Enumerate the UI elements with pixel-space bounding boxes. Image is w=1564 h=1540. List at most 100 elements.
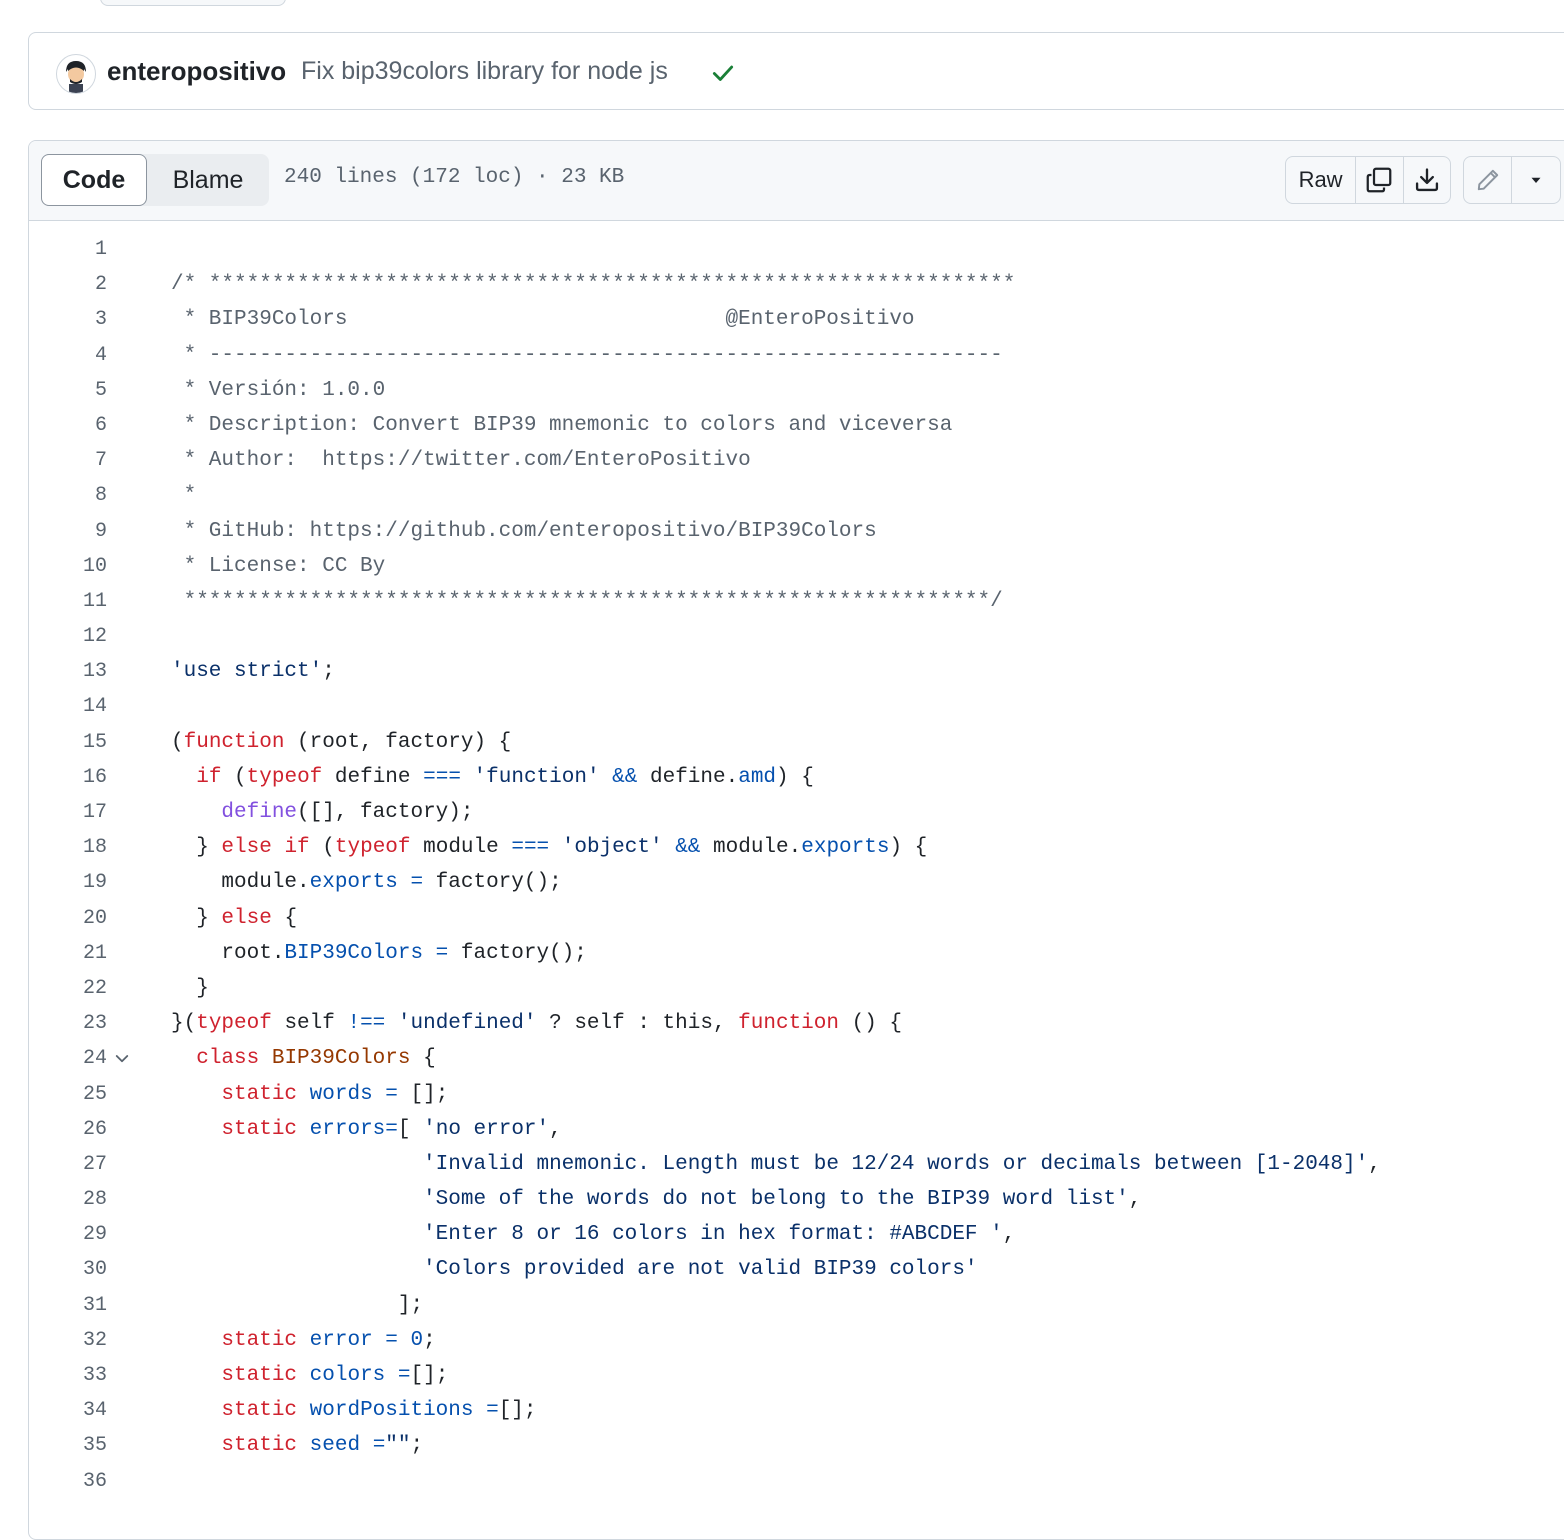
code-token: ( bbox=[171, 730, 184, 754]
line-code: ****************************************… bbox=[171, 584, 1003, 619]
line-number[interactable]: 26 bbox=[29, 1112, 107, 1147]
raw-button[interactable]: Raw bbox=[1286, 157, 1357, 203]
line-number[interactable]: 8 bbox=[29, 478, 107, 513]
avatar[interactable] bbox=[56, 54, 96, 94]
commit-author[interactable]: enteropositivo bbox=[107, 54, 286, 88]
line-number[interactable]: 19 bbox=[29, 865, 107, 900]
code-line: 30 'Colors provided are not valid BIP39 … bbox=[29, 1252, 1564, 1287]
commit-message[interactable]: Fix bip39colors library for node js bbox=[301, 54, 668, 88]
code-token: * bbox=[171, 484, 197, 508]
code-line: 12 bbox=[29, 619, 1564, 654]
line-number[interactable]: 27 bbox=[29, 1147, 107, 1182]
line-number[interactable]: 23 bbox=[29, 1006, 107, 1041]
line-number[interactable]: 21 bbox=[29, 936, 107, 971]
line-number[interactable]: 7 bbox=[29, 443, 107, 478]
line-code: root.BIP39Colors = factory(); bbox=[171, 936, 587, 971]
edit-file-button[interactable] bbox=[1464, 157, 1511, 203]
code-line: 18 } else if (typeof module === 'object'… bbox=[29, 830, 1564, 865]
line-number[interactable]: 36 bbox=[29, 1464, 107, 1499]
line-number[interactable]: 2 bbox=[29, 267, 107, 302]
code-token: , bbox=[549, 1117, 562, 1141]
line-number[interactable]: 6 bbox=[29, 408, 107, 443]
code-token: module. bbox=[171, 871, 310, 895]
line-number[interactable]: 24 bbox=[29, 1041, 107, 1076]
download-raw-button[interactable] bbox=[1402, 157, 1450, 203]
code-token: 'no error' bbox=[423, 1117, 550, 1141]
tab-code[interactable]: Code bbox=[41, 154, 147, 206]
line-number[interactable]: 14 bbox=[29, 689, 107, 724]
code-line: 16 if (typeof define === 'function' && d… bbox=[29, 760, 1564, 795]
code-token: ****************************************… bbox=[171, 589, 1003, 613]
code-token: factory(); bbox=[448, 941, 587, 965]
file-header: Code Blame 240 lines (172 loc) · 23 KB R… bbox=[29, 141, 1564, 221]
line-number[interactable]: 34 bbox=[29, 1393, 107, 1428]
code-token: module. bbox=[700, 836, 802, 860]
code-token: typeof bbox=[196, 1012, 272, 1036]
code-token: function bbox=[738, 1012, 839, 1036]
code-token: words bbox=[309, 1082, 373, 1106]
code-token: = bbox=[385, 1117, 398, 1141]
code-token: = bbox=[486, 1399, 499, 1423]
code-token: = bbox=[385, 1082, 398, 1106]
copy-raw-button[interactable] bbox=[1356, 157, 1402, 203]
code-token: && bbox=[612, 765, 638, 789]
line-number[interactable]: 33 bbox=[29, 1358, 107, 1393]
line-number[interactable]: 28 bbox=[29, 1182, 107, 1217]
line-number[interactable]: 12 bbox=[29, 619, 107, 654]
line-code: * --------------------------------------… bbox=[171, 338, 1003, 373]
code-token: () { bbox=[838, 1012, 902, 1036]
code-line: 8 * bbox=[29, 478, 1564, 513]
code-line: 26 static errors=[ 'no error', bbox=[29, 1112, 1564, 1147]
code-token: === bbox=[423, 765, 461, 789]
chevron-down-icon[interactable] bbox=[113, 1050, 131, 1068]
line-number[interactable]: 11 bbox=[29, 584, 107, 619]
more-edit-options-button[interactable] bbox=[1511, 157, 1559, 203]
code-viewer[interactable]: 1 2 /* ***********************************… bbox=[29, 221, 1564, 1499]
line-number[interactable]: 15 bbox=[29, 725, 107, 760]
code-line: 7 * Author: https://twitter.com/EnteroPo… bbox=[29, 443, 1564, 478]
line-number[interactable]: 20 bbox=[29, 901, 107, 936]
code-line: 11 *************************************… bbox=[29, 584, 1564, 619]
line-number[interactable]: 3 bbox=[29, 302, 107, 337]
code-token: static bbox=[221, 1082, 298, 1106]
line-code: * Description: Convert BIP39 mnemonic to… bbox=[171, 408, 953, 443]
code-token: /* *************************************… bbox=[171, 273, 1016, 297]
line-number[interactable]: 13 bbox=[29, 654, 107, 689]
line-code: 'Enter 8 or 16 colors in hex format: #AB… bbox=[171, 1217, 1015, 1252]
code-token: class bbox=[196, 1047, 260, 1071]
code-token: === bbox=[511, 836, 550, 860]
code-line: 17 define([], factory); bbox=[29, 795, 1564, 830]
line-number[interactable]: 30 bbox=[29, 1252, 107, 1287]
code-token: static bbox=[221, 1434, 298, 1458]
code-line: 1 bbox=[29, 232, 1564, 267]
line-number[interactable]: 25 bbox=[29, 1077, 107, 1112]
line-number[interactable]: 10 bbox=[29, 549, 107, 584]
line-number[interactable]: 5 bbox=[29, 373, 107, 408]
line-number[interactable]: 31 bbox=[29, 1288, 107, 1323]
code-token: }( bbox=[171, 1012, 197, 1036]
code-token: error bbox=[309, 1328, 373, 1352]
code-token: BIP39Colors bbox=[271, 1047, 411, 1071]
check-icon[interactable] bbox=[710, 60, 736, 86]
line-number[interactable]: 29 bbox=[29, 1217, 107, 1252]
line-number[interactable]: 1 bbox=[29, 232, 107, 267]
tab-blame[interactable]: Blame bbox=[147, 154, 269, 206]
line-number[interactable]: 32 bbox=[29, 1323, 107, 1358]
line-number[interactable]: 18 bbox=[29, 830, 107, 865]
line-number[interactable]: 22 bbox=[29, 971, 107, 1006]
pencil-icon bbox=[1477, 169, 1498, 191]
line-number[interactable]: 4 bbox=[29, 338, 107, 373]
line-number[interactable]: 16 bbox=[29, 760, 107, 795]
line-number[interactable]: 9 bbox=[29, 514, 107, 549]
line-number[interactable]: 35 bbox=[29, 1428, 107, 1463]
code-token: * --------------------------------------… bbox=[171, 343, 1003, 367]
code-token: []; bbox=[498, 1399, 537, 1423]
line-number[interactable]: 17 bbox=[29, 795, 107, 830]
